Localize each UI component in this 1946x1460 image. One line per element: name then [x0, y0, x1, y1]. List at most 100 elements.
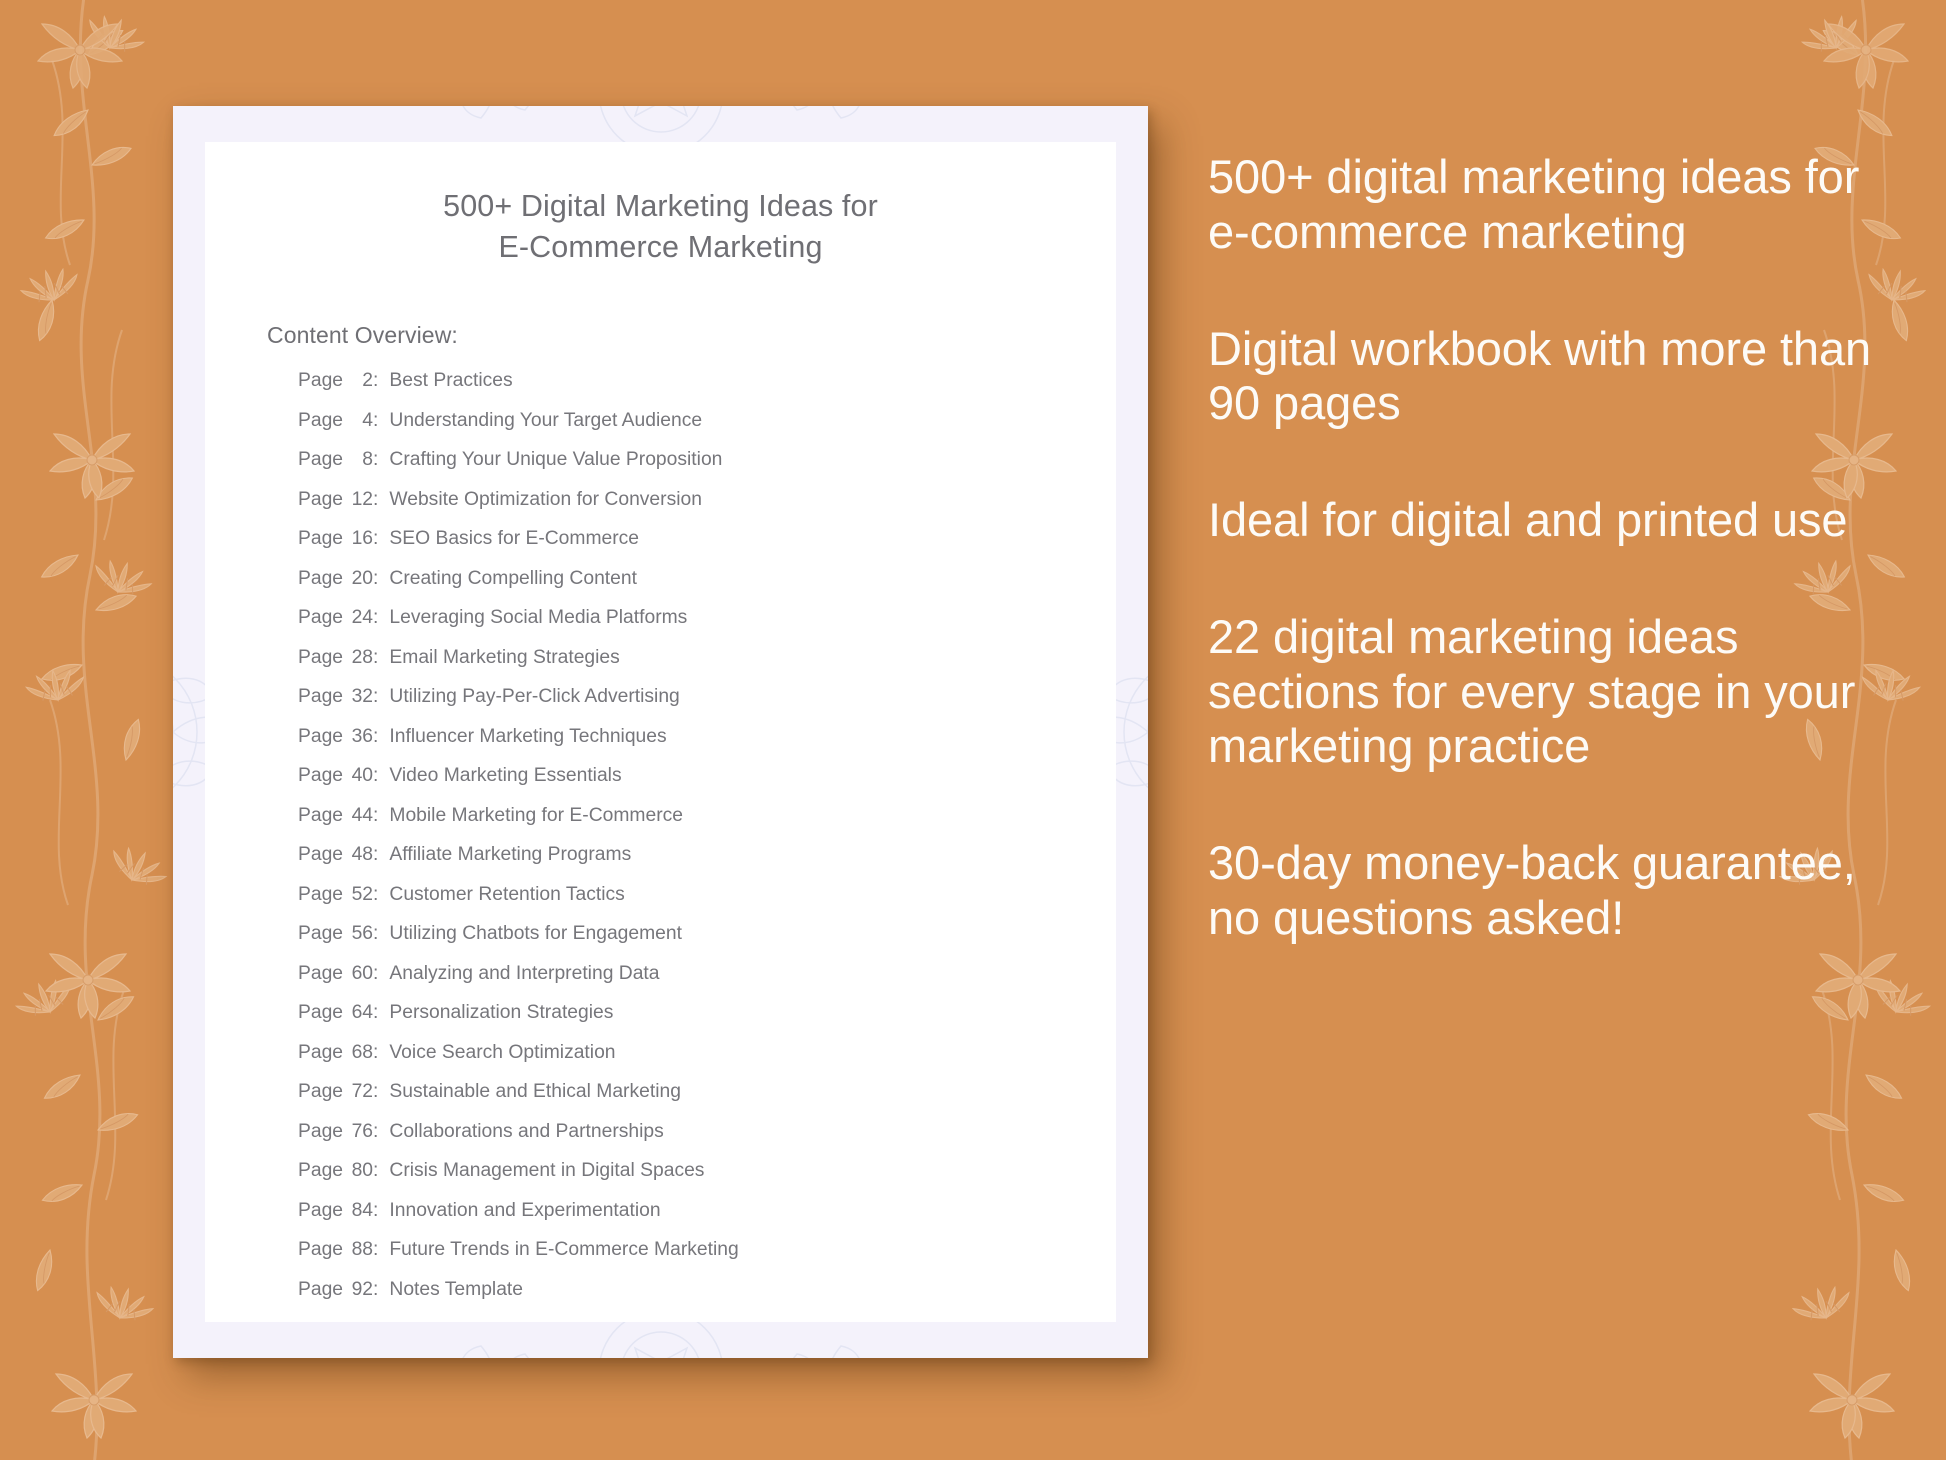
toc-page-word: Page [298, 1239, 344, 1261]
toc-colon: : [373, 370, 379, 392]
toc-topic: Future Trends in E-Commerce Marketing [389, 1239, 739, 1261]
toc-page-word: Page [298, 725, 344, 747]
toc-entry: Page 68: Voice Search Optimization [267, 1041, 1054, 1083]
table-of-contents: Page 2: Best Practices Page 4: Understanding … [267, 371, 1054, 1319]
toc-topic: Innovation and Experimentation [389, 1199, 661, 1221]
toc-entry: Page 60: Analyzing and Interpreting Data [267, 962, 1054, 1004]
toc-colon: : [373, 1199, 379, 1221]
toc-topic: Affiliate Marketing Programs [389, 844, 632, 866]
page-content: 500+ Digital Marketing Ideas for E-Comme… [205, 142, 1116, 1322]
toc-topic: Customer Retention Tactics [389, 883, 625, 905]
toc-entry: Page 80: Crisis Management in Digital Spac… [267, 1161, 1054, 1201]
toc-topic: Video Marketing Essentials [389, 765, 622, 787]
toc-entry: Page 88: Future Trends in E-Commerce Marke… [267, 1240, 1054, 1280]
page-title: 500+ Digital Marketing Ideas for E-Comme… [267, 186, 1054, 267]
toc-topic: Understanding Your Target Audience [389, 409, 703, 431]
toc-topic: Crisis Management in Digital Spaces [389, 1160, 705, 1182]
toc-entry: Page 52: Customer Retention Tactics [267, 883, 1054, 925]
toc-topic: Collaborations and Partnerships [389, 1120, 664, 1142]
toc-topic: Personalization Strategies [389, 1002, 614, 1024]
toc-page-word: Page [298, 1199, 344, 1221]
toc-page-word: Page [298, 1002, 344, 1024]
toc-page-number: 12 [351, 488, 374, 510]
toc-page-word: Page [298, 567, 344, 589]
toc-page-number: 8 [362, 449, 374, 471]
toc-topic: SEO Basics for E-Commerce [389, 528, 640, 550]
toc-colon: : [373, 725, 379, 747]
toc-page-word: Page [298, 528, 344, 550]
toc-page-number: 20 [351, 567, 374, 589]
toc-entry: Page 32: Utilizing Pay-Per-Click Advertisi… [267, 687, 1054, 727]
toc-entry: Page 2: Best Practices [267, 371, 1054, 411]
toc-colon: : [373, 1002, 379, 1024]
toc-entry: Page 8: Crafting Your Unique Value Proposi… [267, 450, 1054, 490]
toc-colon: : [373, 923, 379, 945]
toc-page-word: Page [298, 1041, 344, 1063]
toc-colon: : [373, 883, 379, 905]
toc-page-word: Page [298, 646, 344, 668]
toc-topic: Notes Template [389, 1278, 524, 1300]
toc-page-number: 56 [351, 923, 374, 945]
toc-page-word: Page [298, 488, 344, 510]
toc-page-word: Page [298, 923, 344, 945]
toc-colon: : [373, 607, 379, 629]
toc-entry: Page 56: Utilizing Chatbots for Engagement [267, 924, 1054, 964]
toc-page-word: Page [298, 607, 344, 629]
toc-colon: : [373, 1278, 379, 1300]
toc-colon: : [373, 765, 379, 787]
toc-page-word: Page [298, 449, 344, 471]
toc-page-word: Page [298, 1081, 344, 1103]
toc-page-number: 84 [351, 1199, 374, 1221]
toc-page-word: Page [298, 962, 344, 984]
toc-colon: : [373, 567, 379, 589]
toc-colon: : [373, 646, 379, 668]
toc-topic: Website Optimization for Conversion [389, 488, 702, 510]
workbook-page: 500+ Digital Marketing Ideas for E-Comme… [205, 142, 1116, 1322]
toc-topic: Utilizing Pay-Per-Click Advertising [389, 686, 680, 708]
toc-entry: Page 72: Sustainable and Ethical Marketing [267, 1082, 1054, 1122]
promo-block: 30-day money-back guarantee, no question… [1208, 836, 1856, 944]
toc-colon: : [373, 844, 379, 866]
toc-page-number: 44 [351, 804, 374, 826]
toc-page-number: 2 [362, 370, 374, 392]
toc-topic: Crafting Your Unique Value Proposition [389, 449, 723, 471]
toc-entry: Page 28: Email Marketing Strategies [267, 646, 1054, 688]
toc-page-word: Page [298, 883, 344, 905]
toc-colon: : [373, 488, 379, 510]
toc-page-number: 88 [351, 1239, 374, 1261]
workbook-preview-card[interactable]: 500+ Digital Marketing Ideas for E-Comme… [173, 106, 1148, 1358]
card-mat: 500+ Digital Marketing Ideas for E-Comme… [173, 106, 1148, 1358]
toc-topic: Sustainable and Ethical Marketing [389, 1081, 681, 1103]
promo-block: 22 digital marketing ideas sections for … [1208, 609, 1856, 773]
toc-entry: Page 40: Video Marketing Essentials [267, 766, 1054, 806]
toc-colon: : [373, 1081, 379, 1103]
toc-entry: Page 76: Collaborations and Partnerships [267, 1120, 1054, 1162]
toc-entry: Page 44: Mobile Marketing for E-Commerce [267, 804, 1054, 846]
toc-page-number: 80 [351, 1160, 374, 1182]
toc-page-number: 76 [351, 1120, 374, 1142]
toc-colon: : [373, 804, 379, 826]
toc-page-number: 4 [362, 409, 374, 431]
toc-page-number: 32 [351, 686, 374, 708]
slide-stage: 500+ Digital Marketing Ideas for E-Comme… [0, 0, 1946, 1460]
toc-colon: : [373, 449, 379, 471]
toc-topic: Leveraging Social Media Platforms [389, 607, 688, 629]
toc-page-word: Page [298, 765, 344, 787]
promo-block: Digital workbook with more than 90 pages [1208, 321, 1872, 430]
toc-colon: : [373, 528, 379, 550]
toc-page-number: 36 [351, 725, 374, 747]
toc-page-number: 48 [351, 844, 374, 866]
toc-page-number: 28 [351, 646, 374, 668]
toc-entry: Page 36: Influencer Marketing Techniques [267, 725, 1054, 767]
toc-page-word: Page [298, 804, 344, 826]
content-overview-label: Content Overview: [267, 322, 458, 349]
toc-page-number: 68 [351, 1041, 374, 1063]
toc-entry: Page 24: Leveraging Social Media Platforms [267, 608, 1054, 648]
toc-colon: : [373, 1041, 379, 1063]
toc-page-word: Page [298, 844, 344, 866]
toc-colon: : [373, 686, 379, 708]
toc-topic: Influencer Marketing Techniques [389, 725, 667, 747]
toc-colon: : [373, 1160, 379, 1182]
toc-topic: Utilizing Chatbots for Engagement [389, 923, 682, 945]
toc-topic: Best Practices [389, 370, 513, 392]
